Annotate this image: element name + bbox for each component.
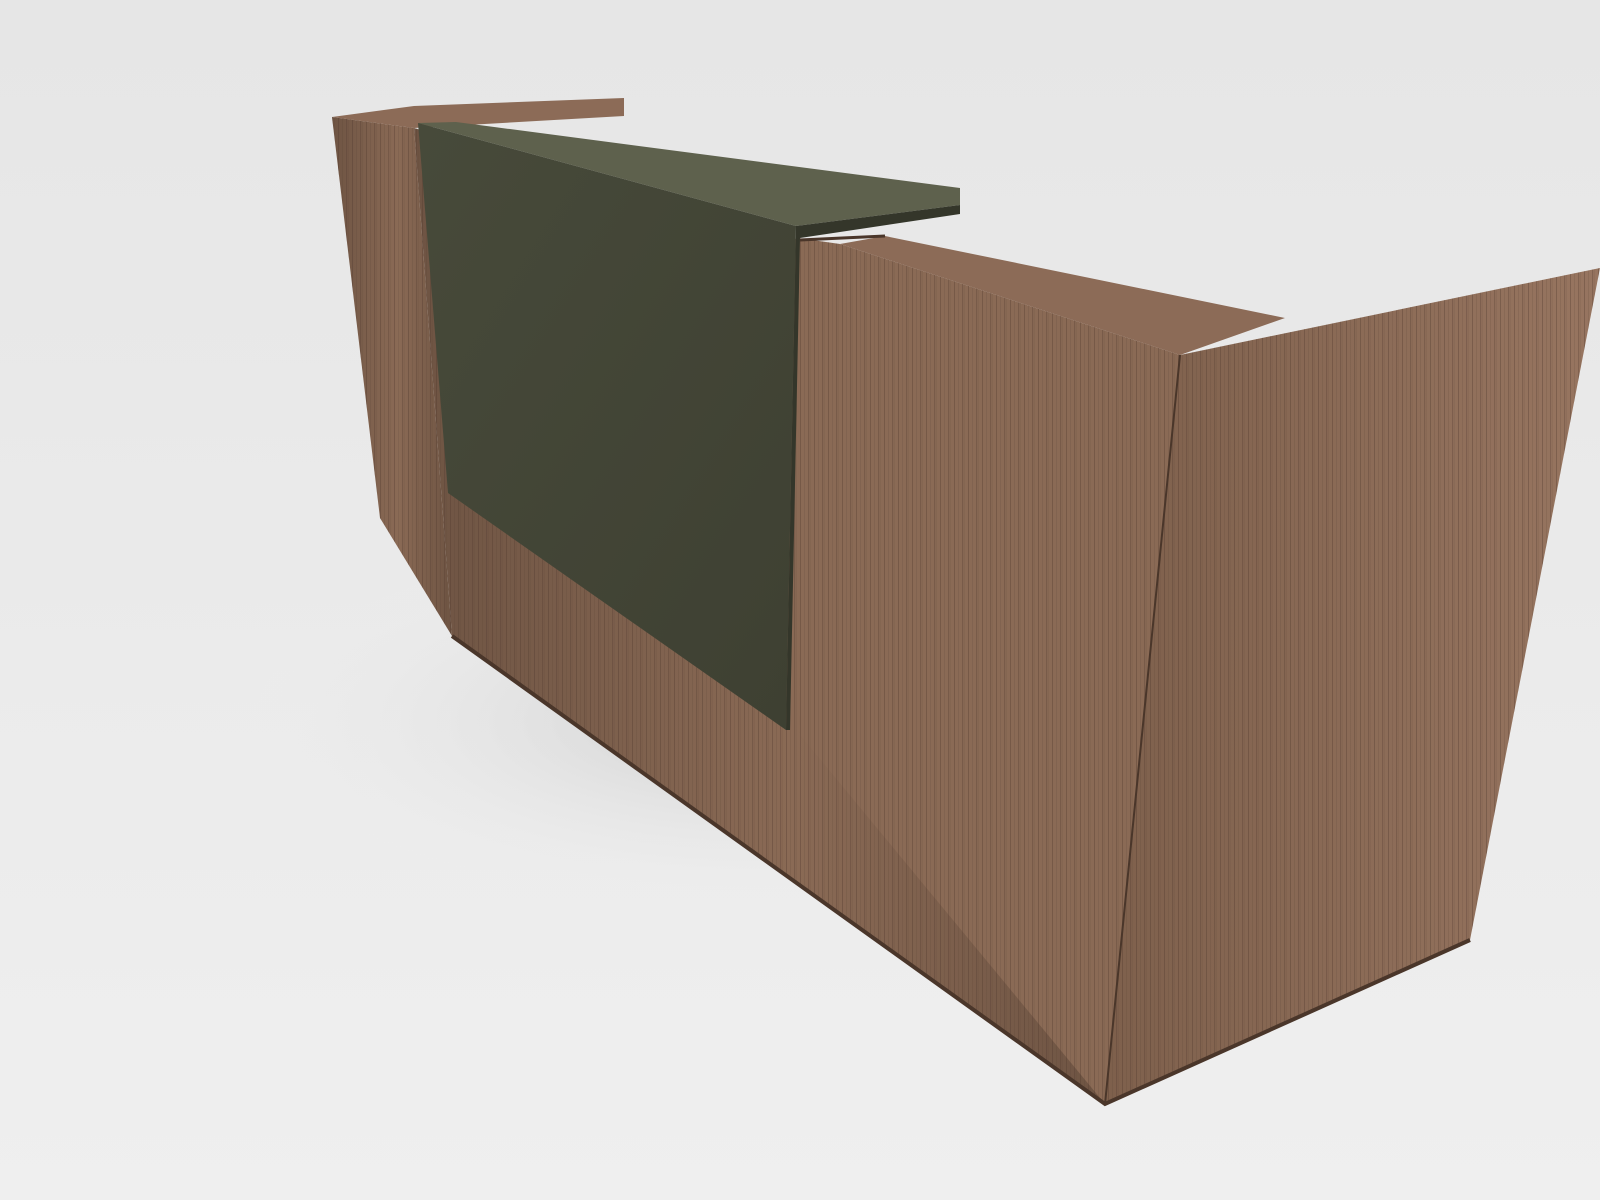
reception-desk-scene — [0, 0, 1600, 1200]
